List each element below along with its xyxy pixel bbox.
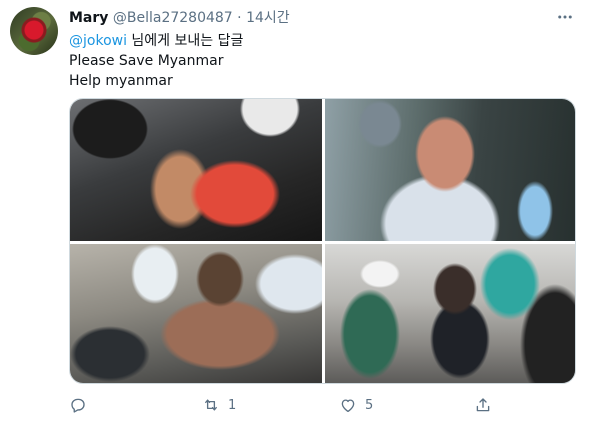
handle[interactable]: @Bella27280487 — [113, 10, 233, 26]
tweet-actions: 1 5 — [0, 396, 593, 416]
display-name[interactable]: Mary — [69, 10, 108, 26]
share-button[interactable] — [474, 396, 492, 414]
media-grid — [69, 98, 576, 384]
retweet-icon — [205, 399, 217, 411]
heart-icon — [341, 399, 355, 413]
tweet-header: Mary @Bella27280487 · 14시간 — [69, 9, 290, 27]
tweet-line-2: Help myanmar — [69, 73, 173, 89]
separator: · — [237, 10, 242, 26]
photo-2[interactable] — [325, 99, 575, 241]
reply-icon — [71, 398, 85, 413]
reply-context-text: 님에게 보내는 답글 — [126, 33, 244, 49]
tweet-body: @jokowi 님에게 보내는 답글 Please Save Myanmar H… — [69, 31, 243, 91]
photo-1[interactable] — [70, 99, 322, 241]
photo-3[interactable] — [70, 244, 322, 383]
mention-link[interactable]: @jokowi — [69, 33, 127, 49]
like-button[interactable]: 5 — [339, 396, 373, 414]
timestamp[interactable]: 14시간 — [246, 10, 290, 26]
reply-button[interactable] — [69, 396, 95, 414]
photo-4[interactable] — [325, 244, 575, 383]
tweet-line-1: Please Save Myanmar — [69, 53, 224, 69]
retweet-count: 1 — [228, 397, 237, 413]
more-icon[interactable] — [556, 8, 574, 30]
share-icon — [476, 398, 490, 412]
reply-context: @jokowi 님에게 보내는 답글 — [69, 31, 243, 51]
like-count: 5 — [365, 397, 374, 413]
avatar[interactable] — [10, 7, 58, 55]
retweet-button[interactable]: 1 — [202, 396, 236, 414]
